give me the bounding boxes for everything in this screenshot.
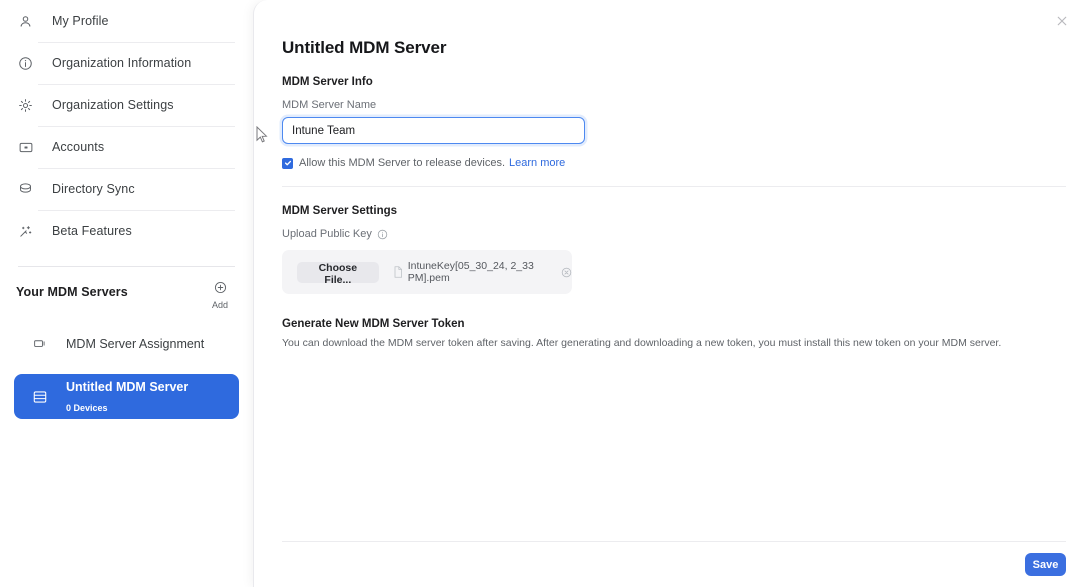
person-icon — [18, 11, 44, 31]
server-label: MDM Server Assignment — [58, 337, 204, 351]
release-devices-row: Allow this MDM Server to release devices… — [282, 157, 1052, 169]
sidebar-item-untitled-mdm-server[interactable]: Untitled MDM Server 0 Devices — [14, 374, 239, 419]
server-card-text: Untitled MDM Server 0 Devices — [58, 377, 188, 417]
sidebar-item-organization-information[interactable]: Organization Information — [14, 42, 239, 84]
mdm-servers-title: Your MDM Servers — [16, 281, 128, 299]
close-icon[interactable] — [1053, 12, 1071, 30]
upload-public-key-label: Upload Public Key — [282, 228, 372, 240]
server-icon — [32, 389, 58, 405]
mdm-server-info-heading: MDM Server Info — [282, 76, 1052, 88]
mdm-server-name-input[interactable] — [282, 117, 585, 144]
gear-icon — [18, 95, 44, 115]
uploaded-file-name: IntuneKey[05_30_24, 2_33 PM].pem — [408, 260, 553, 284]
sidebar-item-organization-settings[interactable]: Organization Settings — [14, 84, 239, 126]
save-button[interactable]: Save — [1025, 553, 1066, 576]
account-card-icon — [18, 137, 44, 157]
panel-body: Untitled MDM Server MDM Server Info MDM … — [254, 0, 1080, 351]
sidebar-item-label: Organization Information — [44, 56, 191, 70]
generate-token-description: You can download the MDM server token af… — [282, 337, 1052, 351]
layers-icon — [18, 179, 44, 199]
generate-token-section: Generate New MDM Server Token You can do… — [282, 318, 1052, 351]
generate-token-heading: Generate New MDM Server Token — [282, 318, 1052, 330]
mdm-servers-header: Your MDM Servers Add — [14, 267, 239, 310]
sidebar-item-mdm-server-assignment[interactable]: MDM Server Assignment — [14, 328, 239, 360]
sidebar: My Profile Organization Information O — [0, 0, 253, 587]
section-divider — [282, 186, 1066, 187]
document-icon — [393, 266, 403, 278]
release-devices-checkbox[interactable] — [282, 158, 293, 169]
sidebar-item-directory-sync[interactable]: Directory Sync — [14, 168, 239, 210]
sidebar-item-beta-features[interactable]: Beta Features — [14, 210, 239, 252]
info-circle-icon — [18, 53, 44, 73]
choose-file-button[interactable]: Choose File... — [297, 262, 379, 283]
sparkles-icon — [18, 221, 44, 241]
server-device-count: 0 Devices — [66, 403, 108, 413]
sidebar-item-accounts[interactable]: Accounts — [14, 126, 239, 168]
remove-file-icon[interactable] — [561, 267, 572, 278]
sidebar-item-label: My Profile — [44, 14, 109, 28]
mdm-server-settings-section: MDM Server Settings Upload Public Key Ch… — [282, 205, 1052, 294]
sidebar-item-label: Organization Settings — [44, 98, 174, 112]
add-label: Add — [212, 300, 228, 310]
release-devices-label: Allow this MDM Server to release devices… — [299, 157, 505, 169]
info-circle-icon[interactable] — [377, 229, 388, 240]
mdm-server-name-label: MDM Server Name — [282, 99, 1052, 111]
server-label: Untitled MDM Server — [66, 380, 188, 394]
plus-circle-icon — [214, 281, 227, 299]
sidebar-nav: My Profile Organization Information O — [14, 0, 239, 252]
upload-public-key-label-row: Upload Public Key — [282, 228, 1052, 240]
laptop-icon — [32, 337, 58, 351]
upload-public-key-box: Choose File... IntuneKey[05_30_24, 2_33 … — [282, 250, 572, 294]
uploaded-file-chip: IntuneKey[05_30_24, 2_33 PM].pem — [393, 260, 572, 284]
detail-panel: Untitled MDM Server MDM Server Info MDM … — [253, 0, 1080, 587]
sidebar-item-label: Accounts — [44, 140, 104, 154]
mdm-server-settings-heading: MDM Server Settings — [282, 205, 1052, 217]
sidebar-item-label: Directory Sync — [44, 182, 135, 196]
learn-more-link[interactable]: Learn more — [509, 157, 565, 169]
footer-divider — [282, 541, 1066, 542]
mdm-server-list: MDM Server Assignment Untitled MDM Serve… — [14, 328, 239, 419]
add-mdm-server-button[interactable]: Add — [203, 281, 237, 310]
sidebar-item-label: Beta Features — [44, 224, 132, 238]
sidebar-item-my-profile[interactable]: My Profile — [14, 0, 239, 42]
page-title: Untitled MDM Server — [282, 38, 1052, 58]
app-root: My Profile Organization Information O — [0, 0, 1080, 587]
